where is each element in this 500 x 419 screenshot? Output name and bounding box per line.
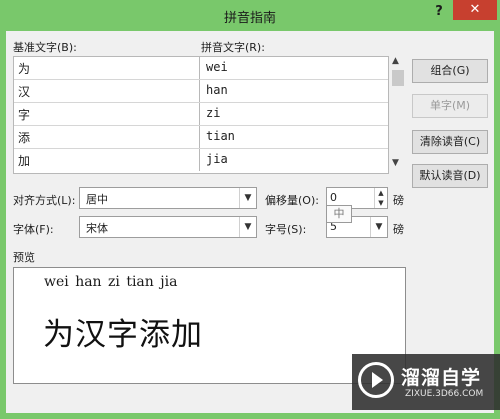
pinyin-text-field[interactable]: tian — [201, 126, 388, 148]
triangle-down-icon[interactable]: ▼ — [239, 217, 256, 237]
chevron-down-icon[interactable]: ▼ — [392, 158, 399, 168]
dialog-title: 拼音指南 — [223, 11, 276, 26]
preview-pane: wei han zi tian jia 为汉字添加 — [13, 267, 406, 384]
pinyin-text-field[interactable]: zi — [201, 103, 388, 125]
size-label: 字号(S): — [265, 223, 307, 236]
preview-base-text: 为汉字添加 — [43, 317, 203, 353]
triangle-down-icon[interactable]: ▼ — [375, 198, 387, 208]
chevron-up-icon[interactable]: ▲ — [392, 56, 399, 66]
preview-pinyin: wei han zi tian jia — [44, 274, 178, 290]
offset-unit-label: 磅 — [393, 194, 404, 207]
alignment-value: 居中 — [86, 193, 108, 206]
triangle-down-icon[interactable]: ▼ — [239, 188, 256, 208]
alignment-select[interactable]: 居中 ▼ — [79, 187, 257, 209]
grid-row: 添 tian — [14, 126, 388, 149]
font-label: 字体(F): — [13, 223, 54, 236]
grid-row: 加 jia — [14, 149, 388, 172]
close-button[interactable]: ✕ — [453, 0, 497, 20]
single-char-button[interactable]: 单字(M) — [412, 94, 488, 118]
group-button[interactable]: 组合(G) — [412, 59, 488, 83]
base-text-field[interactable]: 汉 — [14, 80, 200, 102]
help-button[interactable]: ? — [430, 4, 448, 24]
play-circle-icon — [358, 362, 394, 398]
grid-row: 为 wei — [14, 57, 388, 80]
alignment-label: 对齐方式(L): — [13, 194, 76, 207]
grid-row: 字 zi — [14, 103, 388, 126]
watermark-url: ZIXUE.3D66.COM — [405, 389, 484, 399]
title-bar[interactable]: 拼音指南 ? ✕ — [0, 0, 500, 32]
scrollbar-thumb[interactable] — [392, 70, 404, 86]
size-unit-label: 磅 — [393, 223, 404, 236]
font-select[interactable]: 宋体 ▼ — [79, 216, 257, 238]
watermark-name: 溜溜自学 — [401, 367, 482, 389]
pinyin-text-field[interactable]: jia — [201, 149, 388, 171]
pinyin-text-field[interactable]: han — [201, 80, 388, 102]
grid-row: 汉 han — [14, 80, 388, 103]
default-reading-button[interactable]: 默认读音(D) — [412, 164, 488, 188]
pinyin-text-field[interactable]: wei — [201, 57, 388, 79]
grid-scrollbar[interactable]: ▲ ▼ — [390, 56, 406, 174]
ime-indicator: 中 — [326, 205, 352, 223]
offset-value: 0 — [330, 191, 337, 204]
pinyin-grid: 为 wei 汉 han 字 zi 添 tian 加 jia — [13, 56, 389, 174]
base-text-field[interactable]: 加 — [14, 149, 200, 171]
base-text-field[interactable]: 字 — [14, 103, 200, 125]
preview-label: 预览 — [13, 251, 35, 264]
base-text-label: 基准文字(B): — [13, 41, 77, 54]
base-text-field[interactable]: 为 — [14, 57, 200, 79]
font-value: 宋体 — [86, 222, 108, 235]
base-text-field[interactable]: 添 — [14, 126, 200, 148]
stepper-arrows[interactable]: ▲ ▼ — [374, 188, 387, 208]
triangle-down-icon[interactable]: ▼ — [370, 217, 387, 237]
clear-reading-button[interactable]: 清除读音(C) — [412, 130, 488, 154]
pinyin-text-label: 拼音文字(R): — [201, 41, 265, 54]
triangle-up-icon[interactable]: ▲ — [375, 188, 387, 198]
offset-label: 偏移量(O): — [265, 194, 319, 207]
watermark: 溜溜自学 ZIXUE.3D66.COM — [352, 354, 500, 410]
dialog-window: 拼音指南 ? ✕ 基准文字(B): 拼音文字(R): 为 wei 汉 han 字… — [0, 0, 500, 419]
